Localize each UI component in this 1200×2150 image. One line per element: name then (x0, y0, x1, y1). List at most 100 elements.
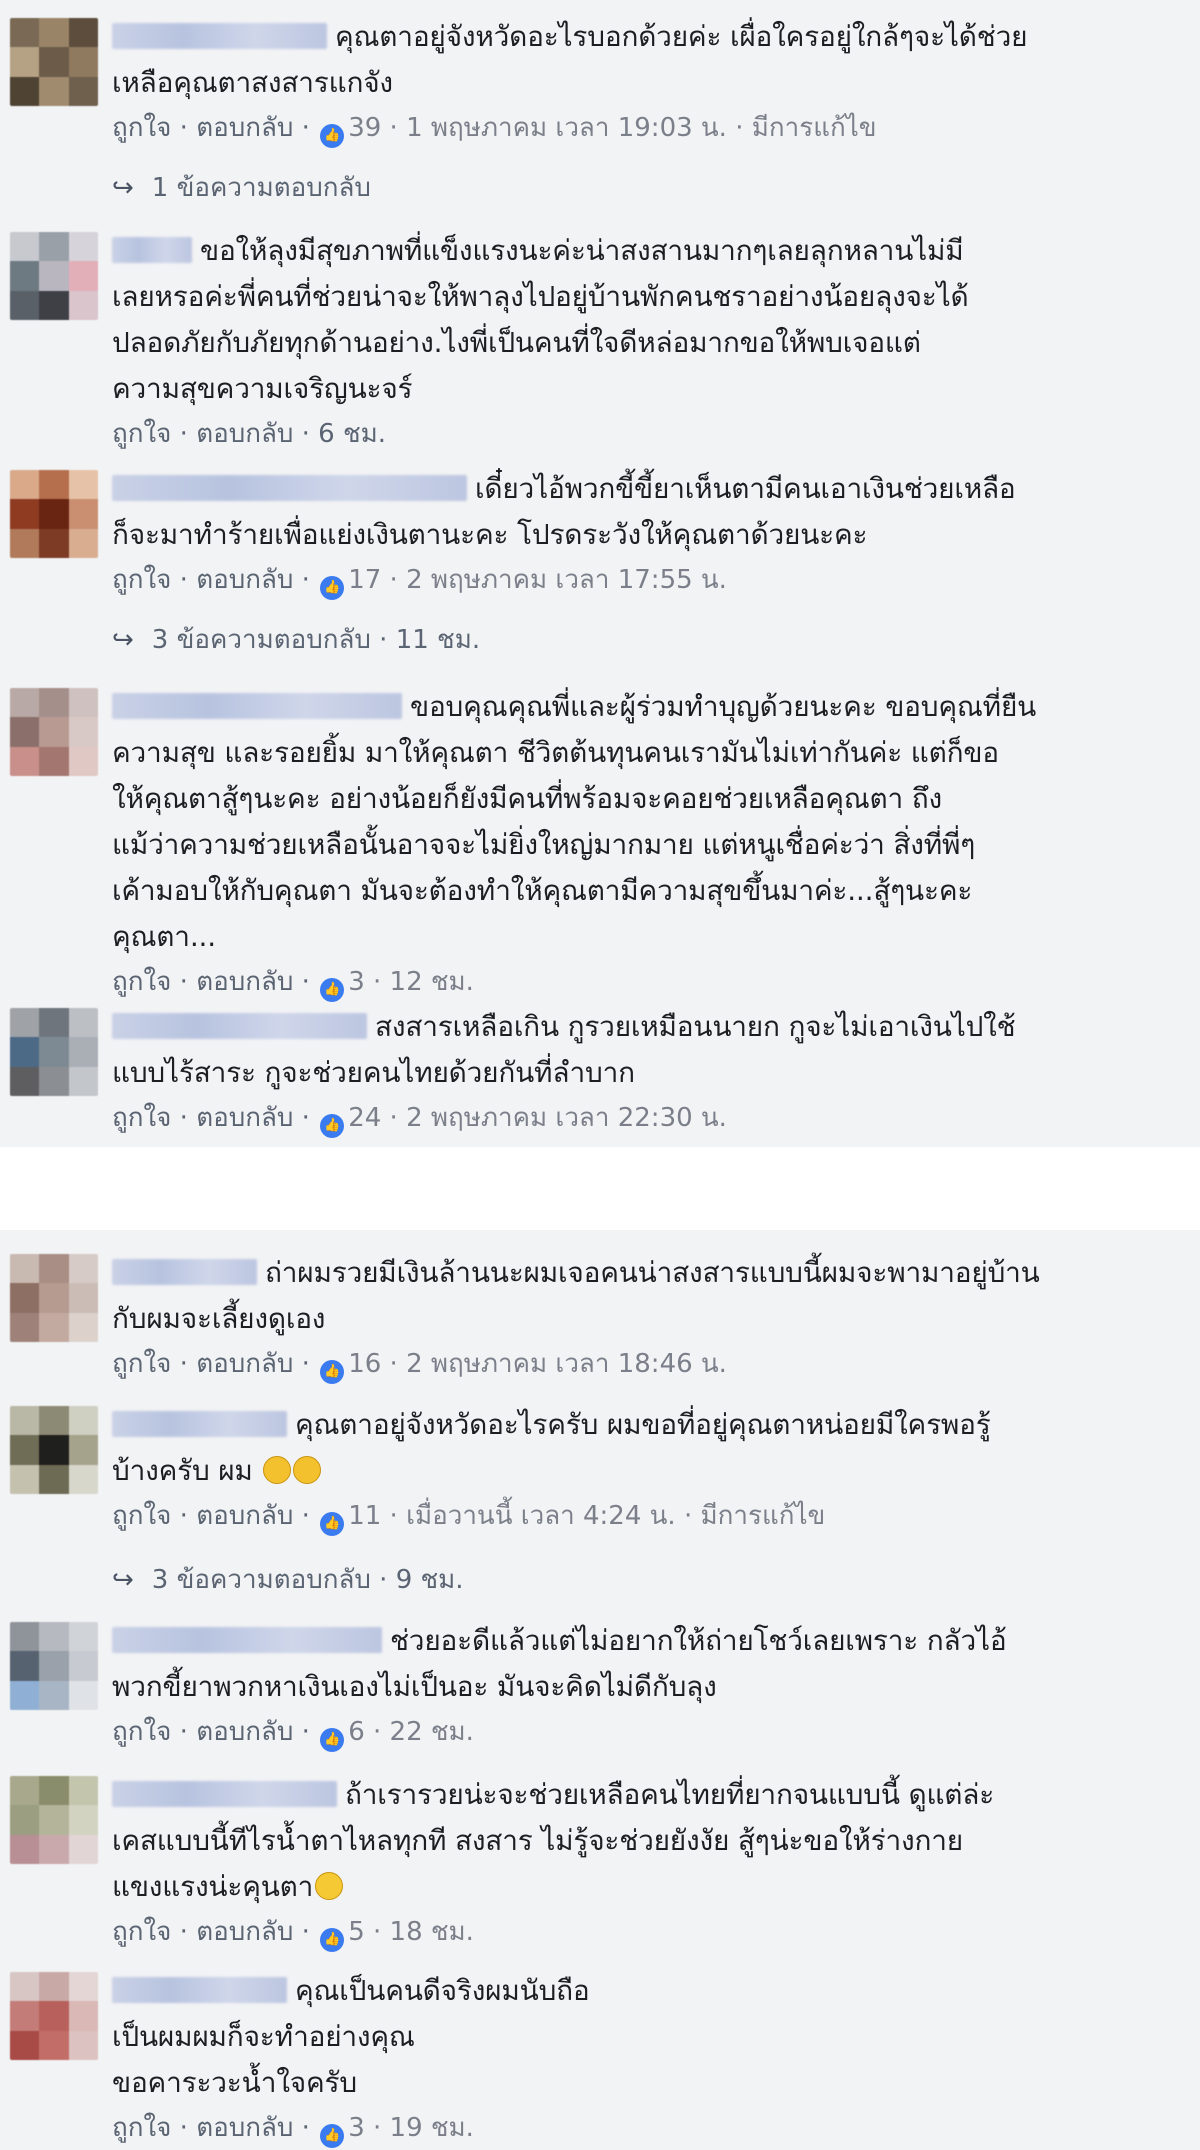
comment-line: ความสุขความเจริญนะจร์ (112, 372, 413, 405)
avatar[interactable] (10, 18, 98, 106)
comment-line: ถ้าเรารวยน่ะจะช่วยเหลือคนไทยที่ยากจนแบบน… (112, 1772, 1172, 1818)
like-count[interactable]: 6 (348, 1717, 365, 1747)
sad-face-emoji-icon (293, 1456, 322, 1484)
comment-body: ถ้าเรารวยน่ะจะช่วยเหลือคนไทยที่ยากจนแบบน… (112, 1772, 1172, 1954)
avatar[interactable] (10, 1008, 98, 1096)
like-count[interactable]: 3 (348, 2113, 365, 2143)
comment-time[interactable]: · 18 ชม. (365, 1917, 474, 1947)
comment-body: คุณตาอยู่จังหวัดอะไรครับ ผมขอที่อยู่คุณต… (112, 1402, 1172, 1538)
like-reply-actions[interactable]: ถูกใจ · ตอบกลับ · (112, 2113, 310, 2143)
like-thumb-icon: 👍 (320, 1360, 345, 1384)
comment-line: ปลอดภัยกับภัยทุกด้านอย่าง.ไงพี่เป็นคนที่… (112, 326, 921, 359)
comment-time[interactable]: · เมื่อวานนี้ เวลา 4:24 น. · มีการแก้ไข (381, 1501, 826, 1531)
avatar[interactable] (10, 1776, 98, 1864)
comment-meta: ถูกใจ · ตอบกลับ · 👍 3 · 19 ชม. (112, 2106, 1172, 2150)
commenter-name-redacted[interactable] (112, 1013, 367, 1039)
view-replies-link[interactable]: ↪ 3 ข้อความตอบกลับ · 9 ชม. (112, 1558, 464, 1602)
comment-meta: ถูกใจ · ตอบกลับ · 👍 39 · 1 พฤษภาคม เวลา 1… (112, 106, 1172, 150)
comment-line: เค้ามอบให้กับคุณตา มันจะต้องทำให้คุณตามี… (112, 874, 973, 907)
comment-time[interactable]: · 22 ชม. (365, 1717, 474, 1747)
like-count[interactable]: 16 (348, 1349, 381, 1379)
comment-time[interactable]: · 2 พฤษภาคม เวลา 18:46 น. (381, 1349, 727, 1379)
comment-body: ช่วยอะดีแล้วแต่ไม่อยากให้ถ่ายโชว์เลยเพรา… (112, 1618, 1172, 1754)
comment-line: กับผมจะเลี้ยงดูเอง (112, 1302, 326, 1335)
comment-line: เดี๋ยวไอ้พวกขี้ขี้ยาเห็นตามีคนเอาเงินช่ว… (112, 466, 1172, 512)
reply-arrow-icon: ↪ (112, 625, 134, 655)
like-thumb-icon: 👍 (320, 124, 345, 148)
like-count[interactable]: 39 (348, 113, 381, 143)
view-replies-link[interactable]: ↪ 3 ข้อความตอบกลับ · 11 ชม. (112, 618, 480, 662)
like-count[interactable]: 5 (348, 1917, 365, 1947)
comment-line: แม้ว่าความช่วยเหลือนั้นอาจจะไม่ยิ่งใหญ่ม… (112, 828, 976, 861)
like-count[interactable]: 3 (348, 967, 365, 997)
comment-meta: ถูกใจ · ตอบกลับ · 6 ชม. (112, 412, 1172, 456)
comment-time[interactable]: · 2 พฤษภาคม เวลา 22:30 น. (381, 1103, 727, 1133)
like-thumb-icon: 👍 (320, 1728, 345, 1752)
avatar[interactable] (10, 470, 98, 558)
comment-meta: ถูกใจ · ตอบกลับ · 👍 6 · 22 ชม. (112, 1710, 1172, 1754)
avatar[interactable] (10, 688, 98, 776)
like-reply-actions[interactable]: ถูกใจ · ตอบกลับ · (112, 1103, 310, 1133)
comment-meta: ถูกใจ · ตอบกลับ · 👍 24 · 2 พฤษภาคม เวลา 2… (112, 1096, 1172, 1140)
comment-line: ขอให้ลุงมีสุขภาพที่แข็งแรงนะค่ะน่าสงสานม… (112, 228, 1172, 274)
comment-line: แบบไร้สาระ กูจะช่วยคนไทยด้วยกันที่ลำบาก (112, 1056, 635, 1089)
like-reply-actions[interactable]: ถูกใจ · ตอบกลับ · (112, 113, 310, 143)
like-count[interactable]: 17 (348, 565, 381, 595)
view-replies-link[interactable]: ↪ 1 ข้อความตอบกลับ (112, 166, 371, 210)
like-count[interactable]: 11 (348, 1501, 381, 1531)
avatar[interactable] (10, 1406, 98, 1494)
comment-line: สงสารเหลือเกิน กูรวยเหมือนนายก กูจะไม่เอ… (112, 1004, 1172, 1050)
comment-meta: ถูกใจ · ตอบกลับ · 👍 17 · 2 พฤษภาคม เวลา 1… (112, 558, 1172, 602)
comment-line: ขอบคุณคุณพี่และผู้ร่วมทำบุญด้วยนะคะ ขอบค… (112, 684, 1172, 730)
like-reply-actions[interactable]: ถูกใจ · ตอบกลับ · (112, 1349, 310, 1379)
comment-line: บ้างครับ ผม (112, 1448, 1172, 1494)
comment-line: ก็จะมาทำร้ายเพื่อแย่งเงินตานะคะ โปรดระวั… (112, 518, 868, 551)
comment-body: ขอให้ลุงมีสุขภาพที่แข็งแรงนะค่ะน่าสงสานม… (112, 228, 1172, 456)
comment-meta: ถูกใจ · ตอบกลับ · 👍 11 · เมื่อวานนี้ เวลา… (112, 1494, 1172, 1538)
sad-face-emoji-icon (263, 1456, 292, 1484)
commenter-name-redacted[interactable] (112, 693, 402, 719)
comment-body: เดี๋ยวไอ้พวกขี้ขี้ยาเห็นตามีคนเอาเงินช่ว… (112, 466, 1172, 602)
reply-arrow-icon: ↪ (112, 1565, 134, 1595)
comment-time[interactable]: · 1 พฤษภาคม เวลา 19:03 น. · มีการแก้ไข (381, 113, 877, 143)
comment-time[interactable]: · 2 พฤษภาคม เวลา 17:55 น. (381, 565, 727, 595)
comment-meta: ถูกใจ · ตอบกลับ · 👍 5 · 18 ชม. (112, 1910, 1172, 1954)
comment-body: สงสารเหลือเกิน กูรวยเหมือนนายก กูจะไม่เอ… (112, 1004, 1172, 1140)
commenter-name-redacted[interactable] (112, 1977, 287, 2003)
commenter-name-redacted[interactable] (112, 475, 467, 501)
avatar[interactable] (10, 1254, 98, 1342)
comment-line: เหลือคุณตาสงสารแกจัง (112, 66, 393, 99)
like-reply-actions[interactable]: ถูกใจ · ตอบกลับ · (112, 565, 310, 595)
commenter-name-redacted[interactable] (112, 237, 192, 263)
like-thumb-icon: 👍 (320, 1114, 345, 1138)
comment-time[interactable]: · 12 ชม. (365, 967, 474, 997)
like-reply-actions[interactable]: ถูกใจ · ตอบกลับ · (112, 1917, 310, 1947)
comment-line: ความสุข และรอยยิ้ม มาให้คุณตา ชีวิตต้นทุ… (112, 736, 999, 769)
like-reply-actions[interactable]: ถูกใจ · ตอบกลับ · (112, 967, 310, 997)
commenter-name-redacted[interactable] (112, 1781, 337, 1807)
comment-time[interactable]: · 19 ชม. (365, 2113, 474, 2143)
crying-face-emoji-icon (315, 1872, 344, 1900)
commenter-name-redacted[interactable] (112, 1627, 382, 1653)
comment-line: เคสแบบนี้ทีไรน้ำตาไหลทุกที สงสาร ไม่รู้จ… (112, 1824, 963, 1857)
comment-body: คุณตาอยู่จังหวัดอะไรบอกด้วยค่ะ เผื่อใครอ… (112, 14, 1172, 150)
avatar[interactable] (10, 1622, 98, 1710)
comment-line: ขอคาระวะน้ำใจครับ (112, 2066, 357, 2099)
commenter-name-redacted[interactable] (112, 23, 327, 49)
like-thumb-icon: 👍 (320, 978, 345, 1002)
like-reply-actions[interactable]: ถูกใจ · ตอบกลับ · (112, 1501, 310, 1531)
comment-line: คุณตาอยู่จังหวัดอะไรบอกด้วยค่ะ เผื่อใครอ… (112, 14, 1172, 60)
comment-line: ถ่าผมรวยมีเงินล้านนะผมเจอคนน่าสงสารแบบนี… (112, 1250, 1172, 1296)
comment-line: แขงแรงน่ะคุนตา (112, 1864, 1172, 1910)
like-reply-actions[interactable]: ถูกใจ · ตอบกลับ · 6 ชม. (112, 419, 386, 449)
comment-line: ให้คุณตาสู้ๆนะคะ อย่างน้อยก็ยังมีคนที่พร… (112, 782, 942, 815)
like-count[interactable]: 24 (348, 1103, 381, 1133)
comment-body: ถ่าผมรวยมีเงินล้านนะผมเจอคนน่าสงสารแบบนี… (112, 1250, 1172, 1386)
commenter-name-redacted[interactable] (112, 1411, 287, 1437)
commenter-name-redacted[interactable] (112, 1259, 257, 1285)
comment-line: พวกขี้ยาพวกหาเงินเองไม่เป็นอะ มันจะคิดไม… (112, 1670, 717, 1703)
avatar[interactable] (10, 232, 98, 320)
like-reply-actions[interactable]: ถูกใจ · ตอบกลับ · (112, 1717, 310, 1747)
comment-line: เลยหรอค่ะพี่คนที่ช่วยน่าจะให้พาลุงไปอยู่… (112, 280, 969, 313)
avatar[interactable] (10, 1972, 98, 2060)
